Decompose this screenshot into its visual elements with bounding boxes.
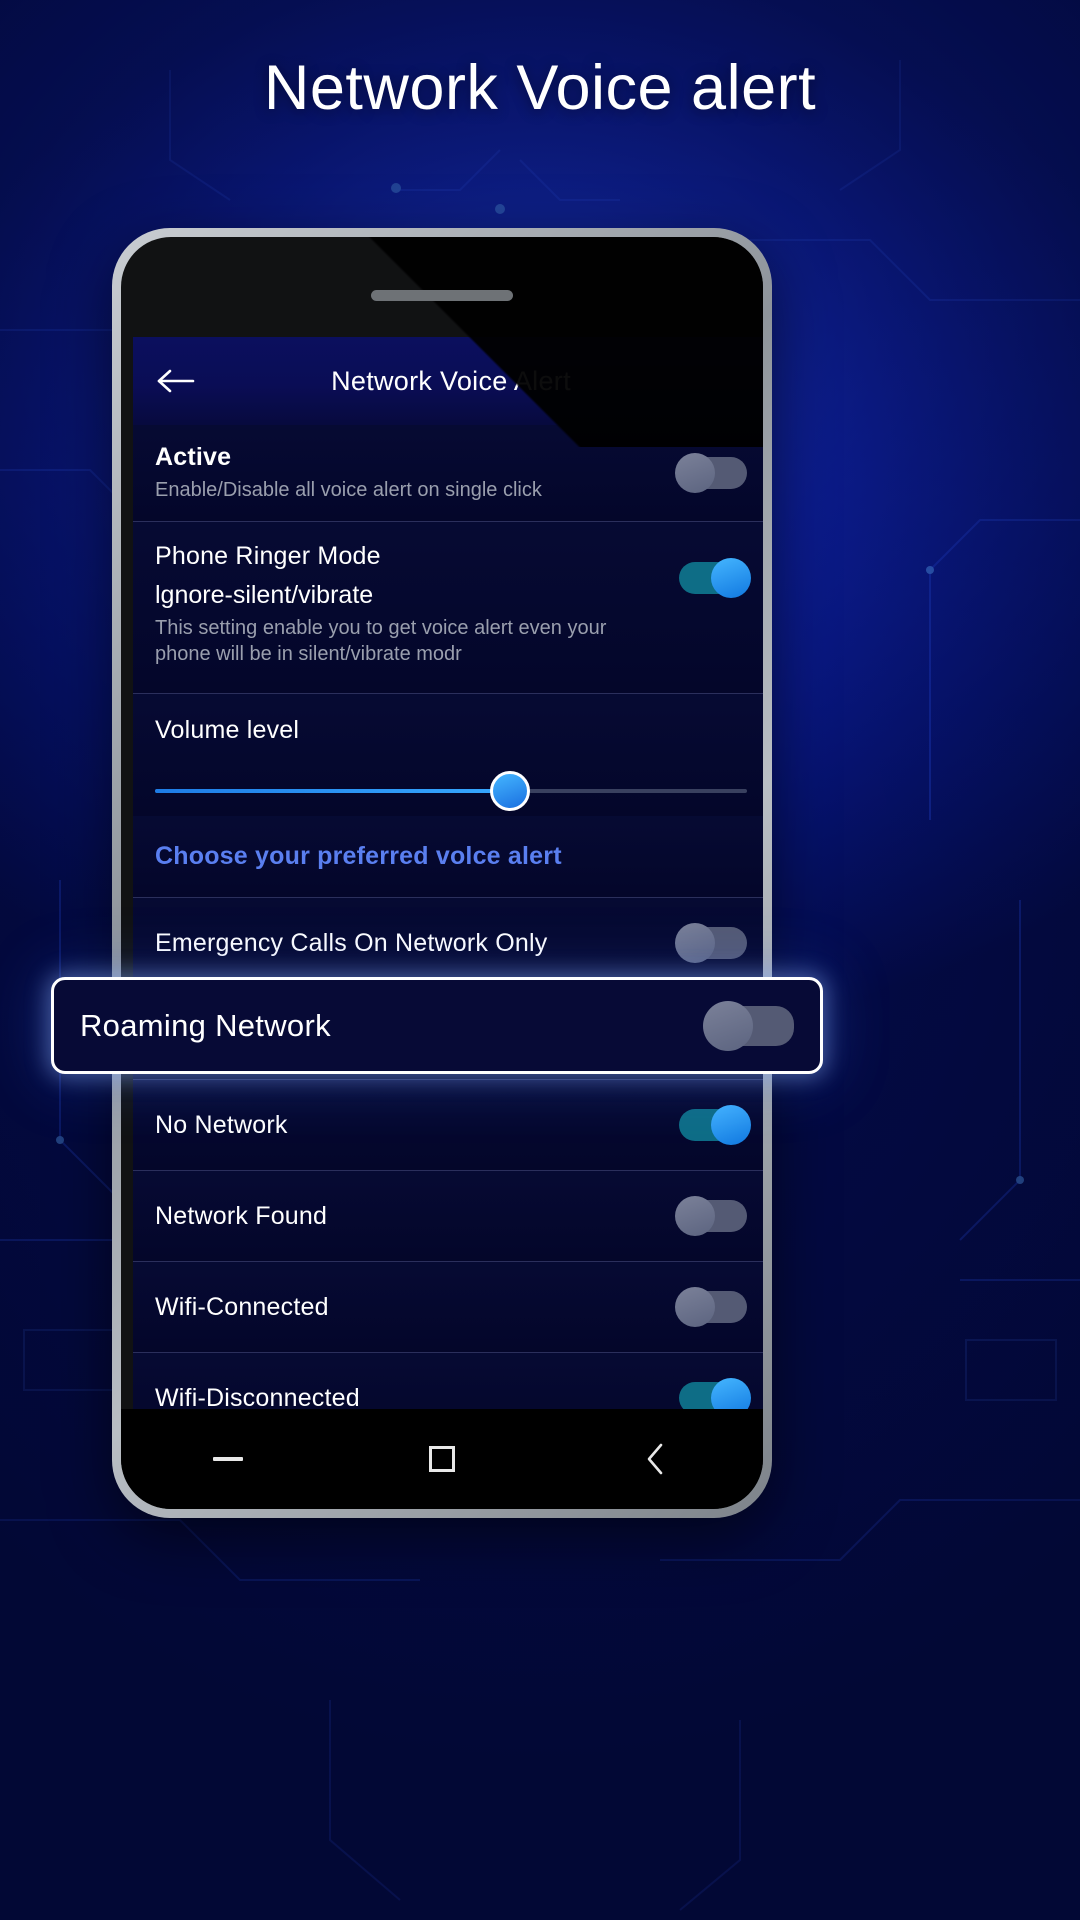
row-subtitle: Enable/Disable all voice alert on single… (155, 478, 542, 501)
chevron-left-icon[interactable] (621, 1424, 691, 1494)
row-title: Wifi-Connected (155, 1292, 329, 1321)
app-promo-stage: Network Voice alert Network Voice Alert (0, 0, 1080, 1920)
toggle-knob (703, 1000, 753, 1051)
android-navigation-bar (121, 1409, 763, 1509)
app-screen: Network Voice Alert Active Enable/Disabl… (133, 337, 763, 1427)
settings-row-volume-level: Volume level (133, 694, 763, 816)
settings-row-emergency-calls[interactable]: Emergency Calls On Network Only (133, 898, 763, 989)
toggle-knob (675, 453, 715, 493)
settings-list: Active Enable/Disable all voice alert on… (133, 425, 763, 1427)
toggle-emergency-calls[interactable] (675, 923, 747, 963)
minimize-icon[interactable] (193, 1424, 263, 1494)
settings-row-active[interactable]: Active Enable/Disable all voice alert on… (133, 425, 763, 522)
arrow-left-icon[interactable] (153, 358, 199, 404)
toggle-network-found[interactable] (675, 1196, 747, 1236)
page-title: Network Voice alert (263, 53, 817, 123)
settings-row-wifi-connected[interactable]: Wifi-Connected (133, 1262, 763, 1353)
phone-body: Network Voice Alert Active Enable/Disabl… (121, 237, 763, 1509)
row-texts: Active Enable/Disable all voice alert on… (155, 443, 667, 503)
row-subtitle: This setting enable you to get voice ale… (155, 617, 607, 666)
choose-voice-alert-link[interactable]: Choose your preferred volce alert (155, 842, 562, 871)
row-value: lgnore-silent/vibrate (155, 581, 374, 609)
row-title: Emergency Calls On Network Only (155, 928, 548, 957)
row-title: Volume level (155, 716, 300, 744)
row-title: Phone Ringer Mode (155, 542, 381, 570)
row-title: Network Found (155, 1201, 328, 1230)
row-texts: Phone Ringer Mode lgnore-silent/vibrate … (155, 542, 667, 668)
phone-mockup: Network Voice Alert Active Enable/Disabl… (112, 228, 772, 1518)
toggle-knob (711, 558, 751, 598)
toggle-phone-ringer-mode[interactable] (679, 558, 751, 598)
toggle-wifi-connected[interactable] (675, 1287, 747, 1327)
highlight-callout-roaming-network[interactable]: Roaming Network (51, 977, 823, 1074)
highlight-title: Roaming Network (80, 1007, 331, 1043)
volume-slider[interactable] (155, 771, 747, 811)
row-title: Active (155, 442, 232, 471)
toggle-active[interactable] (675, 453, 747, 493)
settings-row-no-network[interactable]: No Network (133, 1080, 763, 1171)
app-bar: Network Voice Alert (133, 337, 763, 425)
settings-row-phone-ringer-mode[interactable]: Phone Ringer Mode lgnore-silent/vibrate … (133, 522, 763, 694)
toggle-roaming-network-highlighted[interactable] (703, 1000, 794, 1051)
toggle-no-network[interactable] (679, 1105, 751, 1145)
square-icon[interactable] (407, 1424, 477, 1494)
row-title: No Network (155, 1110, 288, 1139)
toggle-knob (675, 1196, 715, 1236)
toggle-knob (675, 923, 715, 963)
slider-fill (155, 789, 511, 793)
settings-row-choose-voice-alert[interactable]: Choose your preferred volce alert (133, 816, 763, 898)
app-bar-title: Network Voice Alert (331, 365, 571, 396)
toggle-knob (711, 1105, 751, 1145)
phone-speaker (371, 290, 513, 301)
toggle-knob (675, 1287, 715, 1327)
settings-row-network-found[interactable]: Network Found (133, 1171, 763, 1262)
slider-thumb[interactable] (490, 771, 531, 811)
